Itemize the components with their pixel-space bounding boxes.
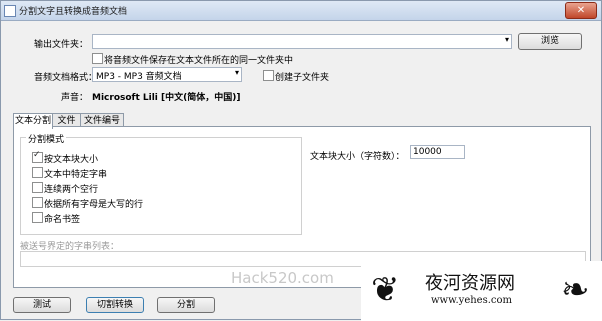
save-same-folder-label: 将音频文件保存在文本文件所在的同一文件夹中 <box>104 56 294 66</box>
save-same-folder-checkbox[interactable] <box>92 53 103 64</box>
block-size-value: 10000 <box>413 147 442 157</box>
option-uppercase-lines-checkbox[interactable] <box>32 197 43 208</box>
hack520-watermark: Hack520.com <box>231 269 334 287</box>
split-mode-title: 分割模式 <box>26 132 67 145</box>
block-size-input[interactable]: 10000 <box>410 145 465 159</box>
site-url: www.yehes.com <box>431 295 513 306</box>
block-size-label: 文本块大小（字符数）： <box>310 152 405 162</box>
option-block-size-label: 按文本块大小 <box>44 155 99 165</box>
option-block-size-checkbox[interactable] <box>32 150 43 163</box>
option-specific-string-label: 文本中特定字串 <box>44 170 108 180</box>
audio-format-value: MP3 - MP3 音频文档 <box>96 72 182 82</box>
option-uppercase-lines-label: 依据所有字母是大写的行 <box>44 200 144 210</box>
chevron-down-icon[interactable]: ▾ <box>235 68 239 77</box>
option-specific-string-checkbox[interactable] <box>32 167 43 178</box>
create-subfolder-checkbox[interactable] <box>263 70 274 81</box>
voice-label: 声音： <box>61 93 89 103</box>
title-bar: 分割文字且转换成音频文档 ✕ <box>1 1 601 21</box>
chevron-down-icon[interactable]: ▾ <box>505 35 509 44</box>
create-subfolder-label: 创建子文件夹 <box>275 73 330 83</box>
option-bookmarks-label: 命名书签 <box>44 215 81 225</box>
app-icon <box>4 5 16 17</box>
split-button[interactable]: 分割 <box>157 297 215 313</box>
audio-format-select[interactable]: MP3 - MP3 音频文档 ▾ <box>92 67 242 82</box>
output-folder-combo[interactable]: ▾ <box>92 34 512 49</box>
main-window: 分割文字且转换成音频文档 ✕ 输出文件夹： ▾ 浏览 将音频文件保存在文本文件所… <box>0 0 602 321</box>
ornament-left-icon: ❦ <box>371 270 400 310</box>
output-folder-label: 输出文件夹： <box>34 40 89 50</box>
browse-button[interactable]: 浏览 <box>518 33 582 50</box>
yehes-watermark: ❦ 夜河资源网 www.yehes.com ❧ <box>361 261 602 321</box>
option-bookmarks-checkbox[interactable] <box>32 212 43 223</box>
voice-value: Microsoft Lili [中文(简体，中国)] <box>92 93 241 103</box>
split-convert-button[interactable]: 切割转换 <box>86 297 144 313</box>
site-name: 夜河资源网 <box>425 273 515 294</box>
ornament-right-icon: ❧ <box>561 270 590 310</box>
tab-text-split[interactable]: 文本分割 <box>13 113 53 129</box>
option-two-blank-lines-checkbox[interactable] <box>32 182 43 193</box>
audio-format-label: 音频文档格式： <box>34 73 98 83</box>
test-button[interactable]: 测试 <box>13 297 71 313</box>
option-two-blank-lines-label: 连续两个空行 <box>44 185 99 195</box>
close-button[interactable]: ✕ <box>565 2 597 19</box>
window-title: 分割文字且转换成音频文档 <box>19 7 128 17</box>
